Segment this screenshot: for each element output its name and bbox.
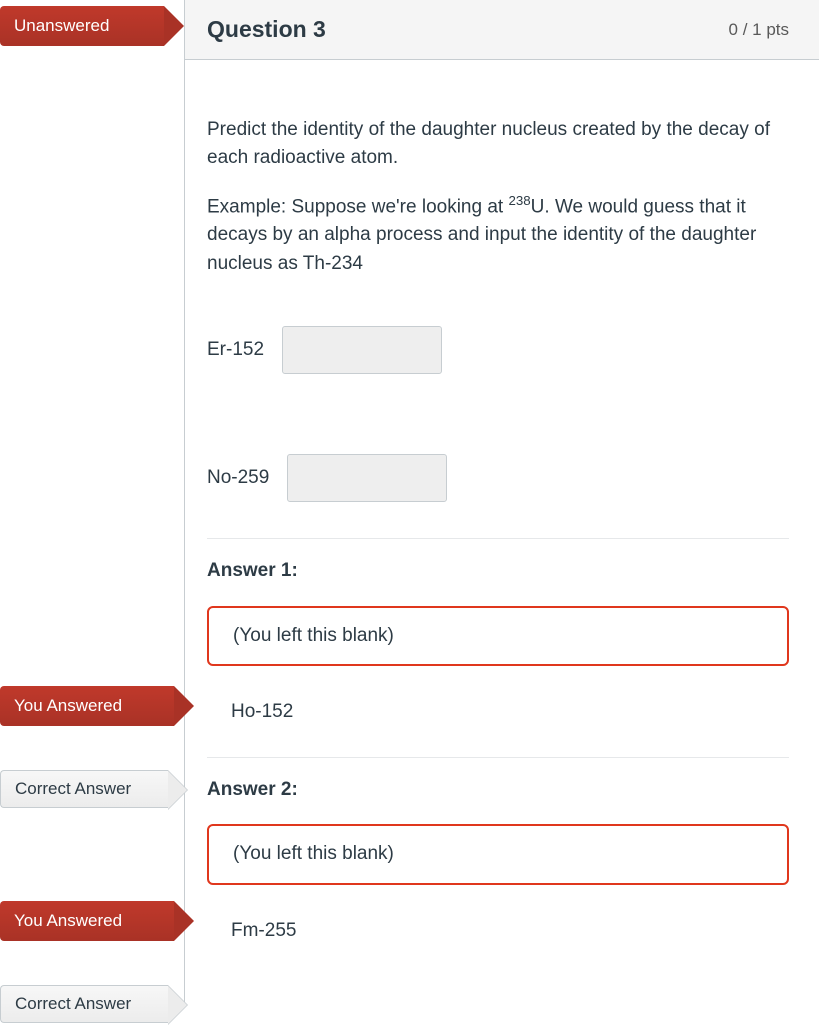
- tag-label: Unanswered: [14, 13, 109, 39]
- status-tag-correct-answer-2: Correct Answer: [0, 985, 168, 1023]
- user-answer-box: (You left this blank): [207, 606, 789, 667]
- answer-block-1: Answer 1: (You left this blank) Ho-152: [207, 557, 789, 749]
- divider: [207, 757, 789, 758]
- question-points: 0 / 1 pts: [729, 17, 789, 43]
- divider: [207, 538, 789, 539]
- status-tag-correct-answer-1: Correct Answer: [0, 770, 168, 808]
- status-tag-unanswered: Unanswered: [0, 6, 164, 46]
- question-header: Question 3 0 / 1 pts: [185, 0, 819, 60]
- correct-answer-value: Fm-255: [207, 913, 789, 968]
- blank-input-2[interactable]: [287, 454, 447, 502]
- blank-label: No-259: [207, 464, 269, 493]
- status-tag-you-answered-1: You Answered: [0, 686, 174, 726]
- tag-label: You Answered: [14, 693, 122, 719]
- question-title: Question 3: [207, 12, 326, 47]
- answer-block-2: Answer 2: (You left this blank) Fm-255: [207, 776, 789, 968]
- question-example: Example: Suppose we're looking at 238U. …: [207, 191, 789, 279]
- question-prompt: Predict the identity of the daughter nuc…: [207, 116, 789, 173]
- blank-row-2: No-259: [207, 454, 789, 502]
- example-prefix: Example: Suppose we're looking at: [207, 196, 508, 217]
- example-mass-number: 238: [508, 193, 530, 208]
- tag-label: You Answered: [14, 908, 122, 934]
- correct-answer-value: Ho-152: [207, 694, 789, 749]
- user-answer-box: (You left this blank): [207, 824, 789, 885]
- answer-heading: Answer 1:: [207, 557, 789, 586]
- question-panel: Question 3 0 / 1 pts Predict the identit…: [184, 0, 819, 1005]
- blank-label: Er-152: [207, 336, 264, 365]
- tag-label: Correct Answer: [15, 776, 131, 802]
- question-body: Predict the identity of the daughter nuc…: [185, 60, 819, 1006]
- tag-label: Correct Answer: [15, 991, 131, 1017]
- example-element: U: [531, 196, 545, 217]
- answer-heading: Answer 2:: [207, 776, 789, 805]
- blank-row-1: Er-152: [207, 326, 789, 374]
- blank-input-1[interactable]: [282, 326, 442, 374]
- status-tag-you-answered-2: You Answered: [0, 901, 174, 941]
